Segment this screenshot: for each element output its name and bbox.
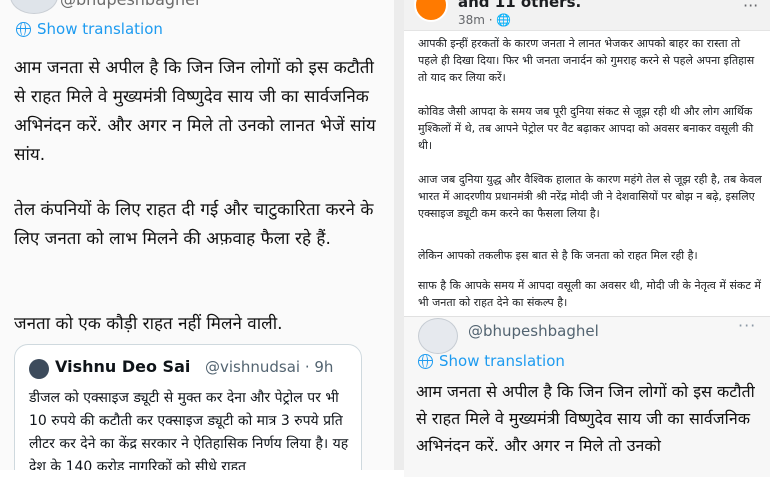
panel-divider — [394, 0, 404, 470]
post-paragraph: कोविड जैसी आपदा के समय जब पूरी दुनिया सं… — [418, 105, 754, 152]
embedded-more-icon: ··· — [738, 316, 757, 335]
quoted-handle-time: @vishnudsai · 9h — [205, 358, 334, 376]
post-paragraph: साफ है कि आपके समय में आपदा वसूली का अवस… — [418, 279, 761, 309]
tweet-handle[interactable]: @bhupeshbaghel — [60, 0, 199, 9]
tweet-paragraph: जनता को एक कौड़ी राहत नहीं मिलने वाली. — [14, 314, 283, 334]
left-tweet-panel: @bhupeshbaghel Show translation आम जनता … — [0, 0, 394, 470]
quoted-tweet-card[interactable]: Vishnu Deo Sai @vishnudsai · 9h डीजल को … — [14, 344, 362, 470]
more-options-icon[interactable]: ··· — [743, 0, 758, 15]
tweet-paragraph: आम जनता से अपील है कि जिन जिन लोगों को इ… — [14, 58, 376, 165]
post-paragraph: लेकिन आपको तकलीफ इस बात से है कि जनता को… — [418, 249, 698, 262]
embedded-tweet-paragraph: आम जनता से अपील है कि जिन जिन लोगों को इ… — [416, 382, 755, 455]
globe-icon — [16, 21, 31, 37]
globe-icon — [418, 353, 433, 369]
post-paragraph: आज जब दुनिया युद्ध और वैश्विक हालात के क… — [418, 173, 762, 220]
embedded-show-translation: Show translation — [418, 352, 565, 370]
show-translation-link[interactable]: Show translation — [16, 20, 163, 38]
tweet-paragraph: तेल कंपनियों के लिए राहत दी गई और चाटुका… — [14, 200, 374, 249]
embedded-handle: @bhupeshbaghel — [468, 322, 599, 340]
post-paragraph: आपकी इन्हीं हरकतों के कारण जनता ने लानत … — [418, 37, 755, 84]
post-body: आपकी इन्हीं हरकतों के कारण जनता ने लानत … — [404, 30, 770, 323]
show-translation-label: Show translation — [37, 20, 163, 38]
quoted-author-name: Vishnu Deo Sai — [55, 357, 191, 376]
embedded-show-translation-label: Show translation — [439, 352, 565, 370]
profile-avatar[interactable] — [10, 0, 58, 14]
quoted-tweet-text: डीजल को एक्साइज ड्यूटी से मुक्त कर देना … — [29, 390, 349, 470]
reaction-summary[interactable]: and 11 others. — [458, 0, 581, 11]
quoted-avatar — [29, 359, 49, 379]
post-time: 38m · 🌐 — [458, 13, 512, 27]
embedded-avatar — [418, 318, 458, 354]
